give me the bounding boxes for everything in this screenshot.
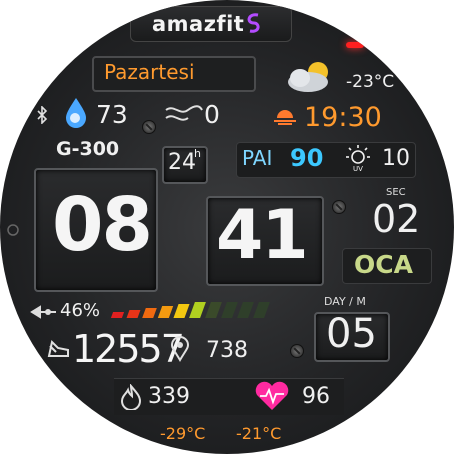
battery-bar [237,302,254,318]
steps-icon [46,336,72,364]
distance: 738 [206,338,248,363]
sunset-time: 19:30 [304,102,382,133]
humidity-icon [62,96,90,132]
min-temperature: -29°C [160,424,206,443]
location-pin-icon [170,336,190,366]
battery-bar [189,302,206,318]
sunset-icon [272,104,298,130]
hours: 08 [52,182,153,268]
heart-rate-icon [254,380,290,416]
steps: 12557 [72,327,185,371]
battery-bars [110,302,292,322]
minutes: 41 [216,196,309,275]
battery-bar [142,308,157,318]
seconds: 02 [372,197,421,241]
watch-face: amazfit Pazartesi -23°C 19:30 73 0 PAI 9… [0,0,454,454]
day-month-label: DAY / M [324,295,366,308]
time-format: 24 [168,150,196,175]
wind-icon [164,102,204,130]
temperature: -23°C [346,72,395,92]
month: OCA [354,250,413,279]
uv-label: UV [353,165,363,173]
brand-mark-icon [244,11,264,39]
pai-label: PAI [242,146,273,170]
weekday: Pazartesi [104,60,195,84]
screw [290,344,304,358]
bluetooth-icon [36,105,48,128]
battery-bar [253,302,270,318]
model-label: G-300 [56,138,120,160]
heart-rate: 96 [302,384,330,409]
battery-bar [205,302,222,318]
red-indicator-light [346,42,364,48]
partly-cloudy-icon [284,58,340,98]
battery-percent: 46% [60,300,101,321]
battery-bar [221,302,238,318]
alarm-icon [6,222,20,241]
pai-value: 90 [290,144,324,172]
humidity: 73 [96,100,128,129]
brand-logo: amazfit [152,12,245,36]
max-temperature: -21°C [236,424,282,443]
flame-icon [120,383,142,414]
day: 05 [326,311,377,357]
calories: 339 [148,384,190,409]
wind: 0 [204,100,220,129]
screw [142,120,156,134]
battery-bar [110,312,125,318]
uv-value: 10 [382,146,410,171]
time-format-suffix: h [194,147,201,160]
screw [332,200,346,214]
battery-bar [157,306,174,318]
battery-bar [173,304,190,318]
battery-icon [30,304,58,323]
battery-bar [126,310,141,318]
